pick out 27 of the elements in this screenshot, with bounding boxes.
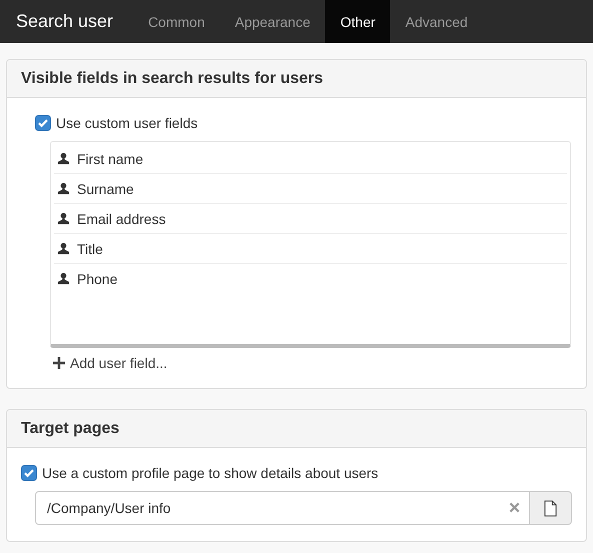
checkbox-label: Use custom user fields (56, 115, 198, 131)
panel-title: Visible fields in search results for users (21, 70, 324, 88)
user-icon (57, 212, 70, 225)
checkbox[interactable] (35, 115, 51, 131)
nav-tab[interactable]: Advanced (390, 0, 483, 43)
user-icon (57, 182, 70, 195)
path-field[interactable]: /Company/User info (35, 491, 530, 525)
app-title: Search user (15, 10, 114, 33)
browse-button[interactable] (530, 491, 572, 525)
nav-tab[interactable]: Common (133, 0, 220, 43)
list-item[interactable]: Surname (77, 180, 134, 196)
list-item[interactable]: First name (77, 150, 144, 166)
user-icon (57, 242, 70, 255)
file-icon (544, 500, 557, 516)
add-field-link[interactable]: Add user field... (53, 355, 168, 371)
list-item[interactable]: Title (77, 240, 103, 256)
user-icon (57, 272, 70, 285)
checkbox-label: Use a custom profile page to show details about users (42, 465, 378, 481)
list-item[interactable]: Email address (77, 210, 166, 226)
nav-tab[interactable]: Appearance (220, 0, 326, 43)
checkbox[interactable] (21, 465, 37, 481)
clear-icon[interactable] (509, 502, 520, 513)
list-item[interactable]: Phone (77, 270, 118, 286)
panel-title: Target pages (21, 420, 120, 438)
nav-tab[interactable]: Other (325, 0, 390, 43)
plus-icon (53, 357, 65, 369)
user-icon (57, 152, 70, 165)
